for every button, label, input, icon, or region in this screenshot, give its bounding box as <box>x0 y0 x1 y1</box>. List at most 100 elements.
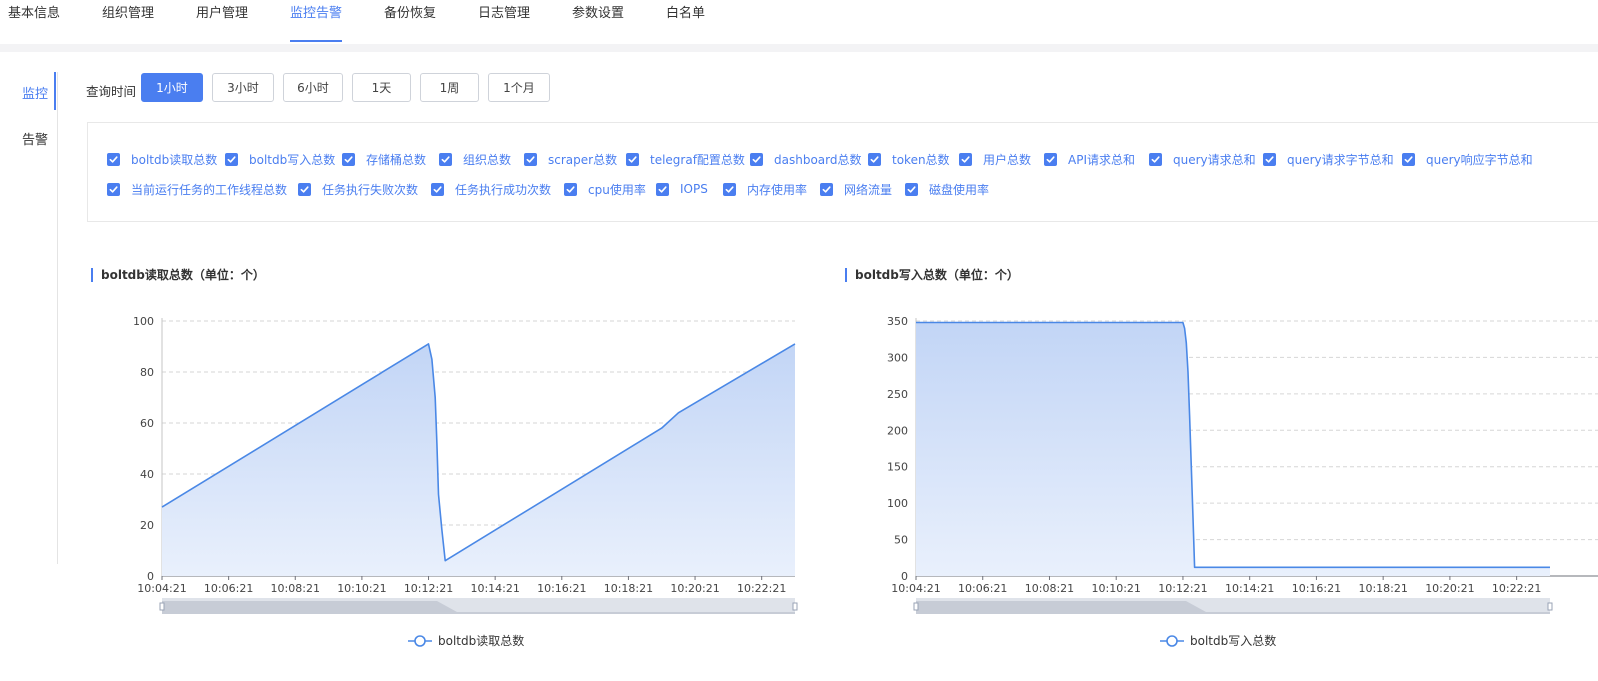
x-tick-label: 10:22:21 <box>737 582 786 595</box>
checkmark-icon[interactable] <box>750 152 763 166</box>
y-tick-label: 250 <box>887 388 908 401</box>
header-divider-band <box>0 44 1598 52</box>
y-tick-label: 100 <box>887 497 908 510</box>
chart-title-boltdb-write: boltdb写入总数（单位：个） <box>845 268 1019 282</box>
checkmark-icon[interactable] <box>1044 152 1057 166</box>
checkmark-icon[interactable] <box>107 182 120 196</box>
zoom-handle-right-icon[interactable] <box>792 602 798 611</box>
tab-backup-restore[interactable]: 备份恢复 <box>384 0 436 42</box>
series-area <box>916 322 1550 576</box>
metric-checkbox[interactable]: 存储桶总数 <box>342 151 426 167</box>
metric-checkbox[interactable]: token总数 <box>868 151 950 167</box>
metric-checkbox[interactable]: query请求字节总和 <box>1263 151 1394 167</box>
chart-title-boltdb-read: boltdb读取总数（单位：个） <box>91 268 265 282</box>
checkmark-icon[interactable] <box>868 152 881 166</box>
metric-checkbox[interactable]: scraper总数 <box>524 151 617 167</box>
tab-parameter-settings[interactable]: 参数设置 <box>572 0 624 42</box>
x-tick-label: 10:14:21 <box>470 582 519 595</box>
metric-checkbox[interactable]: query请求总和 <box>1149 151 1256 167</box>
time-range-1w-button[interactable]: 1周 <box>420 73 479 102</box>
checkmark-icon[interactable] <box>820 182 833 196</box>
metric-checkbox[interactable]: boltdb写入总数 <box>225 151 335 167</box>
checkmark-icon[interactable] <box>524 152 537 166</box>
checkmark-icon[interactable] <box>298 182 311 196</box>
x-tick-label: 10:10:21 <box>1092 582 1141 595</box>
checkmark-icon[interactable] <box>656 182 669 196</box>
x-tick-label: 10:10:21 <box>337 582 386 595</box>
tab-basic-info[interactable]: 基本信息 <box>8 0 60 42</box>
metric-checkbox-label: 任务执行成功次数 <box>455 182 552 197</box>
metric-checkbox-label: query请求字节总和 <box>1287 152 1394 167</box>
legend-marker-icon <box>1166 635 1178 647</box>
checkmark-icon[interactable] <box>1263 152 1276 166</box>
tab-whitelist[interactable]: 白名单 <box>666 0 705 42</box>
time-range-6h-button[interactable]: 6小时 <box>283 73 343 102</box>
y-tick-label: 300 <box>887 351 908 364</box>
x-tick-label: 10:16:21 <box>537 582 586 595</box>
metric-checkbox[interactable]: API请求总和 <box>1044 151 1135 167</box>
zoom-handle-right-icon[interactable] <box>1547 602 1553 611</box>
checkmark-icon[interactable] <box>959 152 972 166</box>
metric-checkbox[interactable]: 当前运行任务的工作线程总数 <box>107 181 287 197</box>
metric-checkbox-label: scraper总数 <box>548 152 618 167</box>
tab-user-management[interactable]: 用户管理 <box>196 0 248 42</box>
checkmark-icon[interactable] <box>225 152 238 166</box>
x-tick-label: 10:04:21 <box>137 582 186 595</box>
zoom-handle-left-icon[interactable] <box>913 602 919 611</box>
zoom-handle-left-icon[interactable] <box>159 602 165 611</box>
x-tick-label: 10:16:21 <box>1292 582 1341 595</box>
metric-checkbox-label: cpu使用率 <box>588 182 646 197</box>
metric-checkbox-label: query请求总和 <box>1173 152 1256 167</box>
metric-checkbox-label: query响应字节总和 <box>1426 152 1533 167</box>
metric-checkbox[interactable]: dashboard总数 <box>750 151 861 167</box>
legend-marker-icon <box>414 635 426 647</box>
checkmark-icon[interactable] <box>1402 152 1415 166</box>
metric-checkbox-label: 网络流量 <box>844 182 893 197</box>
tab-log-management[interactable]: 日志管理 <box>478 0 530 42</box>
metric-checkbox[interactable]: cpu使用率 <box>564 181 646 197</box>
metric-checkbox[interactable]: boltdb读取总数 <box>107 151 217 167</box>
checkmark-icon[interactable] <box>1149 152 1162 166</box>
metric-checkbox-label: token总数 <box>892 152 950 167</box>
checkmark-icon[interactable] <box>107 152 120 166</box>
checkmark-icon[interactable] <box>626 152 639 166</box>
chart-boltdb-write: 05010015020025030035010:04:21 10:06:21 10:… <box>887 315 1598 648</box>
time-range-3h-button[interactable]: 3小时 <box>212 73 274 102</box>
checkmark-icon[interactable] <box>905 182 918 196</box>
legend-label: boltdb写入总数 <box>1190 633 1276 648</box>
checkmark-icon[interactable] <box>431 182 444 196</box>
tab-monitor-alert[interactable]: 监控告警 <box>290 0 343 42</box>
metric-checkbox[interactable]: 组织总数 <box>439 151 511 167</box>
metric-checkbox[interactable]: telegraf配置总数 <box>626 151 745 167</box>
time-range-1d-button[interactable]: 1天 <box>352 73 411 102</box>
checkmark-icon[interactable] <box>723 182 736 196</box>
checkmark-icon[interactable] <box>342 152 355 166</box>
checkmark-icon[interactable] <box>564 182 577 196</box>
top-tab-bar: 基本信息 组织管理 用户管理 监控告警 备份恢复 日志管理 参数设置 白名单 <box>0 0 1598 45</box>
metric-checkbox[interactable]: 磁盘使用率 <box>905 181 989 197</box>
metric-checkbox[interactable]: 内存使用率 <box>723 181 807 197</box>
metric-checkbox[interactable]: IOPS <box>656 181 708 197</box>
metric-checkbox-label: 任务执行失败次数 <box>322 182 419 197</box>
y-tick-label: 20 <box>140 519 154 532</box>
metric-checkbox[interactable]: 用户总数 <box>959 151 1031 167</box>
checkmark-icon[interactable] <box>439 152 452 166</box>
y-tick-label: 80 <box>140 366 154 379</box>
y-tick-label: 60 <box>140 417 154 430</box>
time-range-1m-button[interactable]: 1个月 <box>488 73 550 102</box>
metric-checkbox-label: IOPS <box>680 182 708 196</box>
metric-checkbox[interactable]: 任务执行成功次数 <box>431 181 551 197</box>
y-tick-label: 350 <box>887 315 908 328</box>
x-tick-label: 10:18:21 <box>1358 582 1407 595</box>
metric-checkbox[interactable]: query响应字节总和 <box>1402 151 1533 167</box>
side-nav-item-monitor[interactable]: 监控 <box>22 83 48 102</box>
legend-label: boltdb读取总数 <box>438 633 524 648</box>
metric-checkbox[interactable]: 任务执行失败次数 <box>298 181 418 197</box>
tab-org-management[interactable]: 组织管理 <box>102 0 154 42</box>
metric-checkbox-label: telegraf配置总数 <box>650 152 745 167</box>
metric-checkbox-label: 当前运行任务的工作线程总数 <box>131 182 288 197</box>
metric-checkbox[interactable]: 网络流量 <box>820 181 892 197</box>
side-nav-item-alert[interactable]: 告警 <box>22 129 48 148</box>
x-tick-label: 10:22:21 <box>1492 582 1541 595</box>
time-range-1h-button[interactable]: 1小时 <box>141 73 203 102</box>
